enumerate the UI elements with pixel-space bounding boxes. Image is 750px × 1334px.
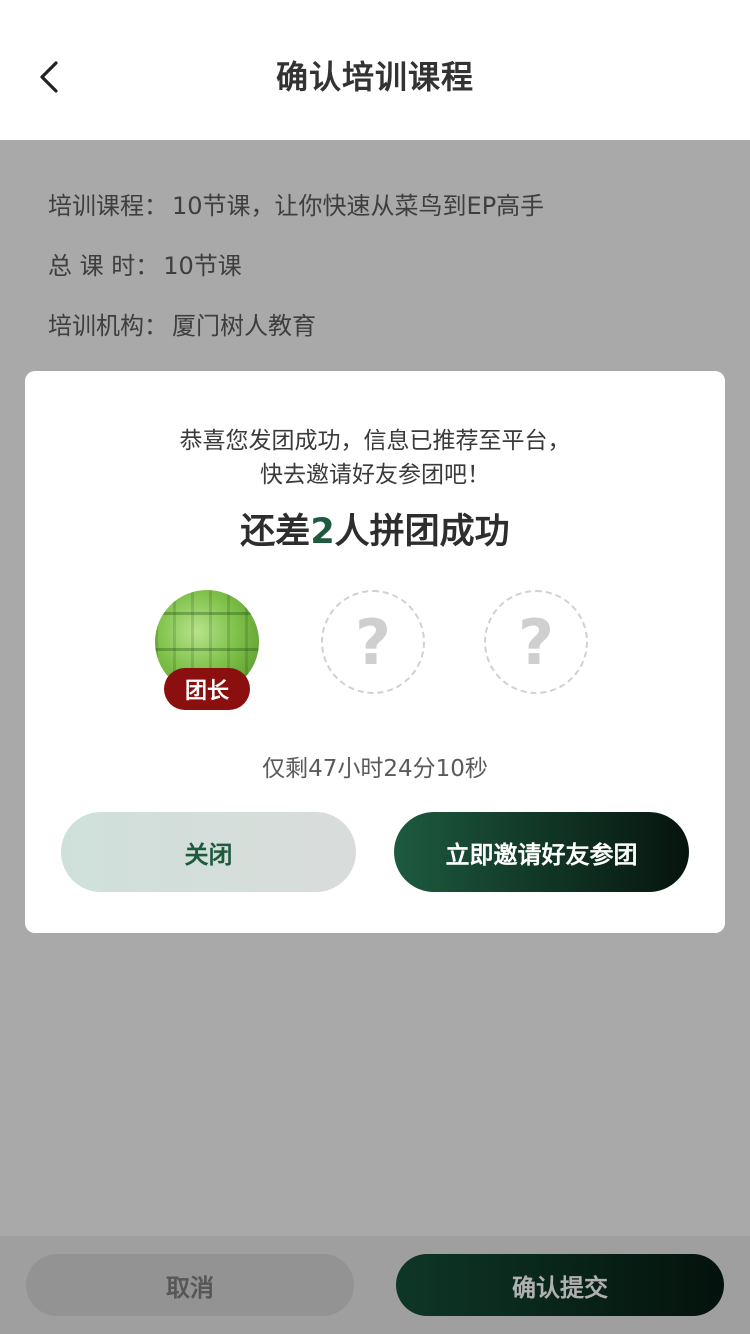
info-course: 培训课程： 10节课，让你快速从菜鸟到EP高手 [48, 186, 544, 221]
info-hours-label: 总 课 时： [48, 252, 160, 280]
confirm-submit-button[interactable]: 确认提交 [396, 1254, 724, 1316]
modal-message-line2: 快去邀请好友参团吧！ [260, 462, 490, 488]
info-org-value: 厦门树人教育 [172, 312, 316, 340]
page-title: 确认培训课程 [275, 58, 474, 96]
info-course-value: 10节课，让你快速从菜鸟到EP高手 [172, 192, 545, 220]
modal-message-line1: 恭喜您发团成功，信息已推荐至平台， [179, 428, 571, 454]
invite-friends-button[interactable]: 立即邀请好友参团 [394, 812, 689, 892]
modal-headline: 还差2人拼团成功 [25, 503, 725, 554]
headline-suffix: 人拼团成功 [334, 512, 510, 552]
leader-badge: 团长 [164, 668, 250, 710]
empty-member-slot-1: ? [321, 590, 425, 694]
countdown-timer: 仅剩47小时24分10秒 [262, 756, 488, 782]
info-hours-value: 10节课 [163, 252, 242, 280]
close-button[interactable]: 关闭 [61, 812, 356, 892]
headline-prefix: 还差 [240, 512, 311, 552]
info-org-label: 培训机构： [48, 312, 168, 340]
cancel-button[interactable]: 取消 [26, 1254, 354, 1316]
empty-member-slot-2: ? [484, 590, 588, 694]
info-hours: 总 课 时： 10节课 [48, 246, 242, 281]
info-org: 培训机构： 厦门树人教育 [48, 306, 316, 341]
headline-number: 2 [310, 512, 335, 552]
group-success-modal: 恭喜您发团成功，信息已推荐至平台， 快去邀请好友参团吧！ 还差2人拼团成功 团长… [25, 371, 725, 933]
info-course-label: 培训课程： [48, 192, 168, 220]
header-bar: 确认培训课程 [0, 0, 750, 140]
